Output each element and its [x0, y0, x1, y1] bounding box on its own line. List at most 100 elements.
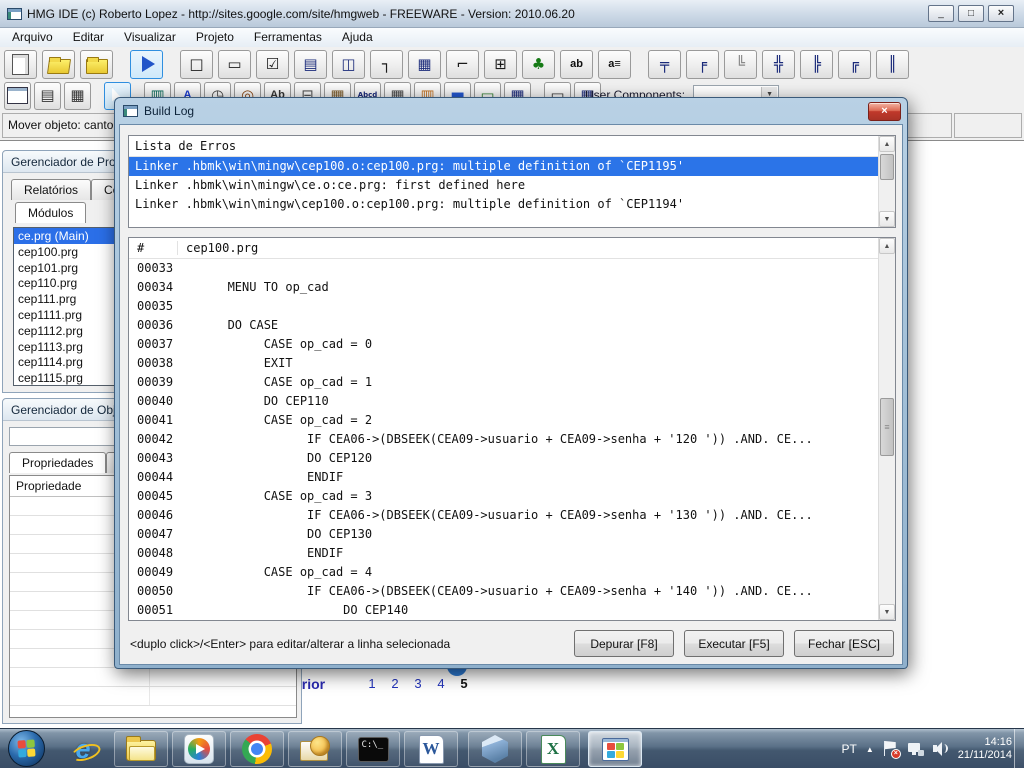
scrollbar-thumb[interactable]	[880, 154, 894, 180]
error-list-scrollbar[interactable]: ▲ ▼	[878, 136, 895, 227]
toolbar-button[interactable]	[168, 50, 175, 79]
scroll-up-icon[interactable]: ▲	[879, 238, 895, 254]
align-indent-icon[interactable]: ╔	[838, 50, 871, 79]
fechar-button[interactable]: Fechar [ESC]	[794, 630, 894, 657]
media-player-icon[interactable]	[172, 731, 226, 767]
code-line[interactable]: 00048 ENDIF	[129, 544, 895, 563]
scrollbar-thumb[interactable]	[880, 398, 894, 456]
pattern-grid-icon[interactable]: ▦	[64, 82, 91, 110]
dialog-close-button[interactable]: ×	[868, 102, 901, 121]
align-center-icon[interactable]: ╬	[762, 50, 795, 79]
menu-item[interactable]: Editar	[63, 28, 114, 47]
outlook-icon[interactable]	[288, 731, 342, 767]
code-line[interactable]: 00045 CASE op_cad = 3	[129, 487, 895, 506]
tab-propriedades[interactable]: Propriedades	[9, 452, 106, 473]
hmg-ide-taskbar-button[interactable]	[588, 731, 642, 767]
property-grid-row[interactable]	[10, 687, 296, 706]
code-line[interactable]: 00047 DO CEP130	[129, 525, 895, 544]
listbox-control-icon[interactable]: ▤	[294, 50, 327, 79]
pagination-page-link[interactable]: 3	[413, 676, 423, 691]
slider-control-icon[interactable]: ⌐	[446, 50, 479, 79]
minimize-button[interactable]: _	[928, 5, 954, 22]
chrome-icon[interactable]	[230, 731, 284, 767]
title-bar[interactable]: HMG IDE (c) Roberto Lopez - http://sites…	[0, 0, 1024, 28]
scroll-down-icon[interactable]: ▼	[879, 211, 895, 227]
new-file-icon[interactable]	[4, 50, 37, 79]
close-button[interactable]: ×	[988, 5, 1014, 22]
clock[interactable]: 14:16 21/11/2014	[958, 736, 1012, 762]
code-line[interactable]: 00044 ENDIF	[129, 468, 895, 487]
pagination-page-link[interactable]: 4	[436, 676, 446, 691]
error-list-item[interactable]: Linker .hbmk\win\mingw\ce.o:ce.prg: firs…	[129, 176, 895, 195]
align-top-icon[interactable]: ╤	[648, 50, 681, 79]
code-column-file[interactable]: cep100.prg	[177, 241, 895, 255]
code-line[interactable]: 00036 DO CASE	[129, 316, 895, 335]
button-control-icon[interactable]: ▭	[218, 50, 251, 79]
combobox-control-icon[interactable]: ◫	[332, 50, 365, 79]
command-prompt-icon[interactable]: C:\_	[346, 731, 400, 767]
document-icon[interactable]: ▤	[34, 82, 61, 110]
code-column-number[interactable]: #	[129, 241, 177, 255]
grid-control-icon[interactable]: ▦	[408, 50, 441, 79]
virtualbox-icon[interactable]	[468, 731, 522, 767]
hidden-icons-arrow[interactable]: ▲	[866, 745, 874, 754]
start-button[interactable]	[8, 730, 45, 767]
code-line[interactable]: 00050 IF CEA06->(DBSEEK(CEA09->usuario +…	[129, 582, 895, 601]
pagination-page-link[interactable]: 2	[390, 676, 400, 691]
align-columns-icon[interactable]: ║	[876, 50, 909, 79]
code-line[interactable]: 00043 DO CEP120	[129, 449, 895, 468]
run-button[interactable]	[130, 50, 163, 79]
volume-icon[interactable]	[933, 741, 949, 757]
code-line[interactable]: 00041 CASE op_cad = 2	[129, 411, 895, 430]
menu-item[interactable]: Projeto	[186, 28, 244, 47]
menu-item[interactable]: Visualizar	[114, 28, 186, 47]
network-icon[interactable]	[908, 741, 924, 757]
code-line[interactable]: 00037 CASE op_cad = 0	[129, 335, 895, 354]
executar-button[interactable]: Executar [F5]	[684, 630, 784, 657]
windows-explorer-icon[interactable]	[114, 731, 168, 767]
code-line[interactable]: 00051 DO CEP140	[129, 601, 895, 620]
code-line[interactable]: 00033	[129, 259, 895, 278]
scroll-up-icon[interactable]: ▲	[879, 136, 895, 152]
tab-modulos[interactable]: Módulos	[15, 202, 86, 223]
restore-button[interactable]: □	[958, 5, 984, 22]
error-list-item[interactable]: Linker .hbmk\win\mingw\cep100.o:cep100.p…	[129, 195, 895, 214]
code-line[interactable]: 00035	[129, 297, 895, 316]
menu-item[interactable]: Ajuda	[332, 28, 383, 47]
textbox-control-icon[interactable]: ab	[560, 50, 593, 79]
dialog-title-bar[interactable]: Build Log	[115, 98, 907, 124]
save-project-icon[interactable]	[80, 50, 113, 79]
checkbox-control-icon[interactable]: ☑	[256, 50, 289, 79]
code-line[interactable]: 00034 MENU TO op_cad	[129, 278, 895, 297]
open-project-icon[interactable]	[42, 50, 75, 79]
depurar-button[interactable]: Depurar [F8]	[574, 630, 674, 657]
align-bottom-icon[interactable]: ╚	[724, 50, 757, 79]
pagination-page-link[interactable]: 1	[367, 676, 377, 691]
pagination-page-link[interactable]: 5	[459, 676, 469, 691]
scroll-down-icon[interactable]: ▼	[879, 604, 895, 620]
error-list-item[interactable]: Linker .hbmk\win\mingw\cep100.o:cep100.p…	[129, 157, 895, 176]
code-line[interactable]: 00042 IF CEA06->(DBSEEK(CEA09->usuario +…	[129, 430, 895, 449]
show-desktop-button[interactable]	[1014, 729, 1024, 769]
code-line[interactable]: 00039 CASE op_cad = 1	[129, 373, 895, 392]
action-center-flag-icon[interactable]: ×	[883, 741, 899, 757]
property-grid-row[interactable]	[10, 668, 296, 687]
toolbar-button[interactable]	[118, 50, 125, 79]
label-control-icon[interactable]: □	[180, 50, 213, 79]
code-line[interactable]: 00049 CASE op_cad = 4	[129, 563, 895, 582]
tab-relatorios[interactable]: Relatórios	[11, 179, 91, 200]
align-middle-icon[interactable]: ╠	[800, 50, 833, 79]
excel-icon[interactable]: X	[526, 731, 580, 767]
code-line[interactable]: 00046 IF CEA06->(DBSEEK(CEA09->usuario +…	[129, 506, 895, 525]
image-control-icon[interactable]: ♣	[522, 50, 555, 79]
internet-explorer-icon[interactable]: e	[56, 731, 110, 767]
editbox-control-icon[interactable]: a≡	[598, 50, 631, 79]
menu-item[interactable]: Ferramentas	[244, 28, 332, 47]
code-line[interactable]: 00040 DO CEP110	[129, 392, 895, 411]
window-form-icon[interactable]	[4, 82, 31, 110]
toolbar-button[interactable]	[636, 50, 643, 79]
word-icon[interactable]: W	[404, 731, 458, 767]
language-indicator[interactable]: PT	[841, 742, 856, 756]
spinner-control-icon[interactable]: ⊞	[484, 50, 517, 79]
menu-item[interactable]: Arquivo	[2, 28, 63, 47]
